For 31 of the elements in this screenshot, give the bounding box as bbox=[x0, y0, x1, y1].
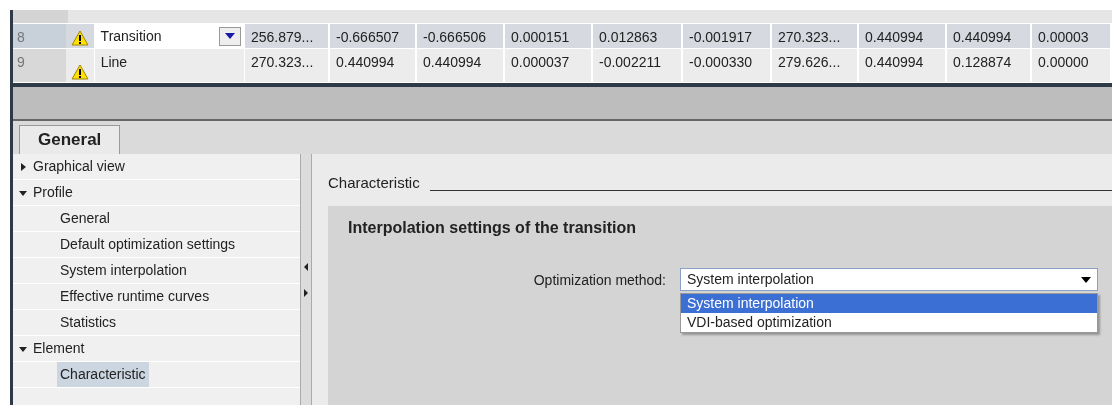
table-row[interactable]: 9 Line 270.323... 0.440994 0.440994 0.000037 -0.002211 -0.000330 279.626... 0.440994 0.128874 0.00000 bbox=[13, 49, 1112, 83]
optimization-method-dropdown[interactable]: System interpolation bbox=[680, 268, 1098, 291]
section-title: Characteristic bbox=[328, 172, 420, 193]
tree-item[interactable]: System interpolation bbox=[57, 258, 190, 283]
tree-item[interactable]: Statistics bbox=[57, 310, 119, 335]
row-number: 8 bbox=[13, 24, 66, 48]
left-arrow-icon[interactable] bbox=[304, 262, 308, 271]
dropdown-button[interactable] bbox=[219, 26, 241, 46]
dropdown-option[interactable]: System interpolation bbox=[681, 294, 1097, 313]
tree-item[interactable]: Effective runtime curves bbox=[57, 284, 213, 309]
field-label: Optimization method: bbox=[532, 271, 667, 290]
type-dropdown[interactable]: Transition bbox=[94, 24, 245, 48]
caret-icon bbox=[225, 33, 235, 39]
row-number: 9 bbox=[13, 49, 66, 82]
caret-icon bbox=[1081, 276, 1091, 283]
dropdown-option[interactable]: VDI-based optimization bbox=[681, 313, 1097, 332]
tree-item[interactable]: Graphical view bbox=[13, 154, 300, 180]
tree-item[interactable]: Profile bbox=[13, 180, 300, 206]
tree-item[interactable]: Default optimization settings bbox=[57, 232, 239, 257]
warning-icon bbox=[70, 30, 89, 46]
tab[interactable]: General bbox=[19, 125, 121, 154]
right-arrow-icon[interactable] bbox=[304, 288, 308, 297]
expanded-caret-icon[interactable] bbox=[19, 344, 27, 353]
table-row[interactable]: 8 Transition 256.879... -0.666507 -0.666506 0.000151 0.012863 -0.001917 270.323... 0.440994 0.440994 0.00003 bbox=[13, 24, 1112, 49]
expanded-caret-icon[interactable] bbox=[19, 188, 27, 197]
collapsed-caret-icon[interactable] bbox=[19, 162, 27, 171]
group-title: Interpolation settings of the transition bbox=[348, 218, 637, 238]
tree-item[interactable]: Characteristic bbox=[57, 362, 149, 387]
warning-icon bbox=[70, 64, 89, 80]
table-cell: Line bbox=[94, 49, 245, 82]
tree-item[interactable]: General bbox=[57, 206, 113, 231]
